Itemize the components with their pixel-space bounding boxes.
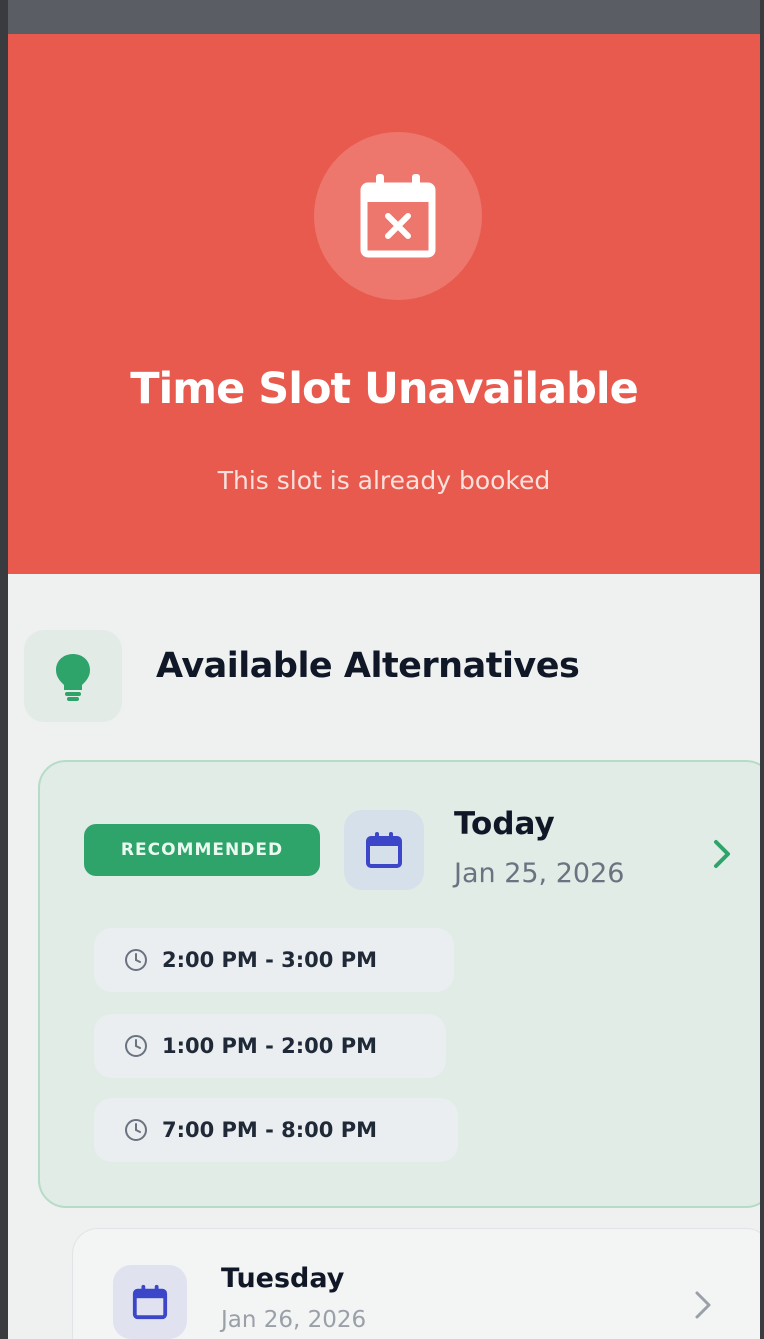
chevron-right-icon[interactable] [712, 838, 732, 870]
hero-icon-circle [314, 132, 482, 300]
alternative-day-card[interactable]: Tuesday Jan 26, 2026 [72, 1228, 760, 1339]
chevron-right-icon[interactable] [693, 1289, 713, 1321]
clock-icon [125, 1119, 147, 1141]
calendar-x-icon [360, 174, 436, 258]
calendar-icon-box [344, 810, 424, 890]
day-date: Jan 26, 2026 [221, 1307, 367, 1333]
page-subtitle: This slot is already booked [217, 466, 551, 495]
error-hero: Time Slot Unavailable This slot is alrea… [8, 34, 760, 574]
status-bar [8, 0, 760, 34]
recommended-badge: RECOMMENDED [84, 824, 320, 876]
screen: Time Slot Unavailable This slot is alrea… [8, 0, 760, 1339]
calendar-icon [366, 832, 402, 868]
time-slot-label: 2:00 PM - 3:00 PM [162, 948, 378, 972]
day-name: Tuesday [221, 1263, 345, 1294]
day-date: Jan 25, 2026 [454, 858, 625, 889]
lightbulb-icon-box [24, 630, 122, 722]
clock-icon [125, 949, 147, 971]
clock-icon [125, 1035, 147, 1057]
time-slot-button[interactable]: 2:00 PM - 3:00 PM [94, 928, 454, 992]
day-name: Today [454, 806, 555, 842]
calendar-icon [132, 1284, 168, 1320]
calendar-icon-box [113, 1265, 187, 1339]
time-slot-label: 7:00 PM - 8:00 PM [162, 1118, 378, 1142]
time-slot-label: 1:00 PM - 2:00 PM [162, 1034, 378, 1058]
time-slot-button[interactable]: 7:00 PM - 8:00 PM [94, 1098, 458, 1162]
lightbulb-icon [56, 654, 90, 701]
recommended-day-card[interactable]: RECOMMENDED Today Jan 25, 2026 2:00 PM -… [38, 760, 760, 1208]
section-title: Available Alternatives [156, 646, 580, 686]
time-slot-button[interactable]: 1:00 PM - 2:00 PM [94, 1014, 446, 1078]
alternatives-header: Available Alternatives [20, 626, 760, 722]
page-title: Time Slot Unavailable [130, 364, 639, 414]
